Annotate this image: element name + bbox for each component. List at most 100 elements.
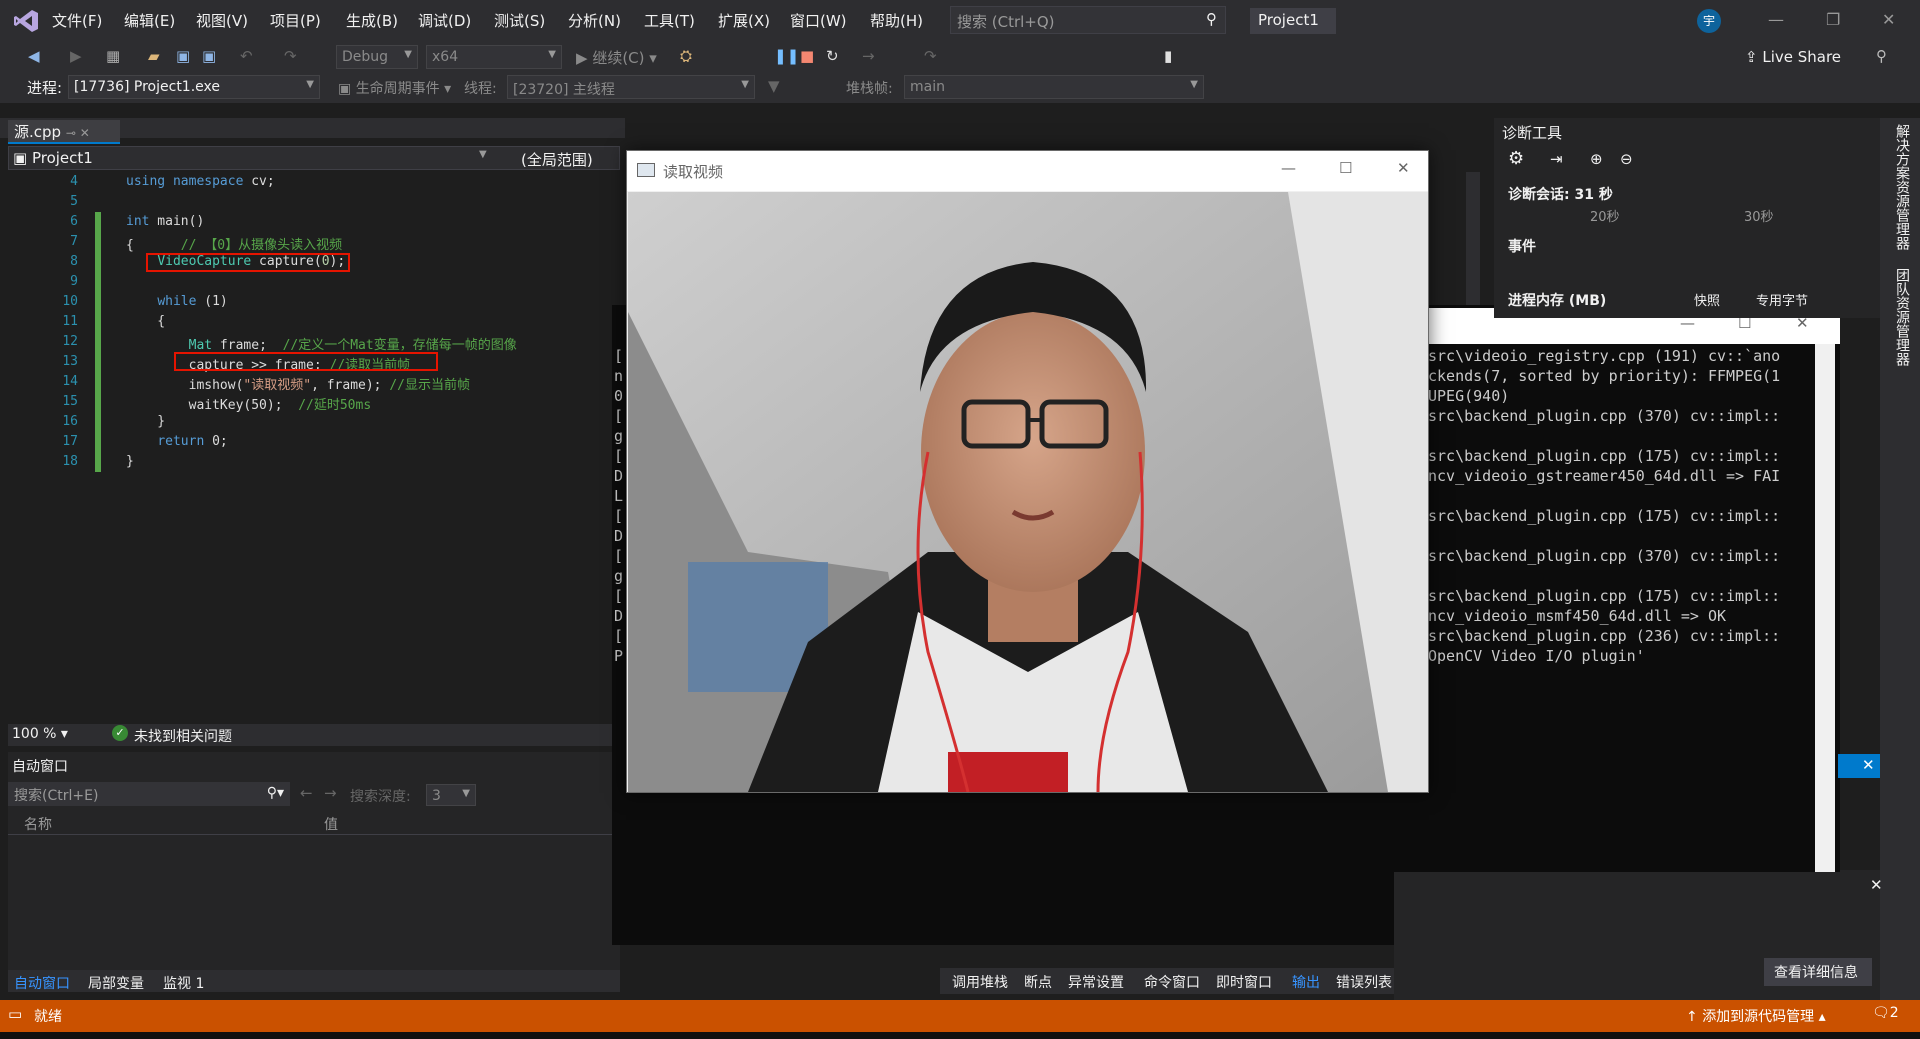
output-pane-header: ✕ bbox=[1838, 754, 1880, 778]
code-line[interactable]: return 0; bbox=[126, 434, 227, 449]
tab-autos[interactable]: 自动窗口 bbox=[14, 973, 70, 993]
zoom-in-icon[interactable]: ⊕ bbox=[1590, 150, 1603, 168]
code-line[interactable]: imshow("读取视频", frame); //显示当前帧 bbox=[126, 374, 470, 393]
avatar[interactable]: 宇 bbox=[1697, 9, 1721, 33]
code-line[interactable]: Mat frame; //定义一个Mat变量，存储每一帧的图像 bbox=[126, 334, 517, 353]
console-scrollbar[interactable] bbox=[1815, 344, 1835, 944]
back-arrow-icon[interactable]: ← bbox=[300, 784, 313, 802]
notifications-icon[interactable]: 🗨2 bbox=[1872, 1005, 1899, 1021]
line-number: 7 bbox=[70, 234, 78, 249]
menu-item-2[interactable]: 视图(V) bbox=[196, 10, 248, 32]
bottom-tab-1[interactable]: 断点 bbox=[1024, 972, 1052, 992]
code-line[interactable]: { // 【0】从摄像头读入视频 bbox=[126, 234, 342, 253]
restore-icon[interactable]: ❐ bbox=[1826, 10, 1840, 29]
export-icon[interactable]: ⇥ bbox=[1550, 150, 1563, 168]
configuration-combo[interactable]: Debug ▼ bbox=[336, 45, 418, 69]
code-editor[interactable]: 4 using namespace cv; 5 6 int main() 7 { // 【0… bbox=[8, 172, 620, 724]
scope-combo[interactable]: (全局范围) bbox=[521, 149, 593, 170]
new-project-icon[interactable]: ▦ bbox=[106, 47, 120, 65]
column-value-header[interactable]: 值 bbox=[324, 814, 338, 834]
maximize-icon[interactable]: ☐ bbox=[1339, 159, 1352, 177]
lifecycle-events[interactable]: ▣ 生命周期事件 ▾ bbox=[338, 78, 451, 98]
pin-icon[interactable]: ⚲ bbox=[1876, 47, 1887, 65]
view-details-button[interactable]: 查看详细信息 bbox=[1764, 958, 1872, 986]
tab-source-cpp[interactable]: 源.cpp ⊸ ✕ bbox=[8, 120, 120, 144]
live-share-button[interactable]: ⇪ Live Share bbox=[1745, 48, 1841, 66]
add-to-source-control[interactable]: ↑ 添加到源代码管理 ▴ bbox=[1686, 1006, 1826, 1026]
cv-window-title: 读取视频 bbox=[663, 163, 724, 181]
forward-arrow-icon[interactable]: → bbox=[324, 784, 337, 802]
menu-item-9[interactable]: 扩展(X) bbox=[718, 10, 770, 32]
menu-item-0[interactable]: 文件(F) bbox=[52, 10, 102, 32]
menu-item-8[interactable]: 工具(T) bbox=[644, 10, 695, 32]
process-combo[interactable]: [17736] Project1.exe ▼ bbox=[68, 75, 320, 99]
close-icon[interactable]: ✕ bbox=[1882, 10, 1895, 29]
bottom-tab-strip: 调用堆栈 断点 异常设置 命令窗口 即时窗口 输出 错误列表 bbox=[940, 968, 1394, 994]
stack-frame-combo[interactable]: main ▼ bbox=[904, 75, 1204, 99]
undo-icon[interactable]: ↶ bbox=[240, 47, 253, 65]
open-icon[interactable]: ▰ bbox=[148, 47, 160, 65]
team-explorer-tab[interactable]: 团队资源管理器 bbox=[1892, 268, 1912, 366]
close-icon[interactable]: ✕ bbox=[1397, 159, 1410, 177]
code-line[interactable]: while (1) bbox=[126, 294, 227, 309]
code-line[interactable]: waitKey(50); //延时50ms bbox=[126, 394, 372, 413]
tab-locals[interactable]: 局部变量 bbox=[88, 973, 144, 993]
platform-combo[interactable]: x64 ▼ bbox=[426, 45, 562, 69]
code-line[interactable]: } bbox=[126, 414, 165, 429]
settings-icon[interactable]: ⚙ bbox=[1508, 148, 1524, 169]
menu-item-1[interactable]: 编辑(E) bbox=[124, 10, 175, 32]
search-depth-combo[interactable]: 3 ▼ bbox=[426, 784, 476, 806]
forward-icon[interactable]: ▶ bbox=[70, 47, 82, 65]
menu-item-7[interactable]: 分析(N) bbox=[568, 10, 621, 32]
menu-item-11[interactable]: 帮助(H) bbox=[870, 10, 923, 32]
memory-label[interactable]: 进程内存 (MB) bbox=[1508, 290, 1606, 310]
tab-watch-1[interactable]: 监视 1 bbox=[163, 973, 204, 993]
menu-item-10[interactable]: 窗口(W) bbox=[790, 10, 847, 32]
stop-icon[interactable]: ■ bbox=[800, 47, 814, 65]
code-line[interactable]: int main() bbox=[126, 214, 204, 229]
filter-icon[interactable]: ▼ bbox=[768, 77, 780, 95]
break-all-icon[interactable]: ❚❚ bbox=[774, 47, 799, 65]
back-icon[interactable]: ◀ bbox=[28, 47, 40, 65]
project-combo[interactable]: ▣ Project1 bbox=[13, 149, 93, 167]
issues-status[interactable]: 未找到相关问题 bbox=[134, 726, 232, 746]
code-line[interactable]: { bbox=[126, 314, 165, 329]
search-input[interactable]: 搜索 (Ctrl+Q) ⚲ bbox=[950, 6, 1226, 34]
bottom-tab-6[interactable]: 错误列表 bbox=[1336, 972, 1392, 992]
events-label[interactable]: 事件 bbox=[1508, 236, 1536, 256]
save-all-icon[interactable]: ▣ bbox=[202, 47, 216, 65]
menu-item-4[interactable]: 生成(B) bbox=[346, 10, 398, 32]
minimize-icon[interactable]: — bbox=[1281, 159, 1296, 177]
process-icon[interactable]: ⛭ bbox=[680, 47, 692, 65]
autos-search-input[interactable]: 搜索(Ctrl+E) ⚲▾ bbox=[8, 782, 290, 806]
zoom-out-icon[interactable]: ⊖ bbox=[1620, 150, 1633, 168]
continue-button[interactable]: ▶ 继续(C) ▾ bbox=[576, 47, 657, 68]
zoom-combo[interactable]: 100 % ▾ bbox=[12, 726, 68, 742]
code-line[interactable]: } bbox=[126, 454, 134, 469]
opencv-video-window[interactable]: 读取视频 — ☐ ✕ bbox=[626, 150, 1429, 793]
bottom-tab-2[interactable]: 异常设置 bbox=[1068, 972, 1124, 992]
private-bytes-legend: 专用字节 bbox=[1756, 294, 1809, 309]
bottom-tab-4[interactable]: 即时窗口 bbox=[1216, 972, 1272, 992]
solution-explorer-tab[interactable]: 解决方案资源管理器 bbox=[1892, 124, 1912, 250]
step-into-icon[interactable]: → bbox=[862, 47, 875, 65]
thread-combo[interactable]: [23720] 主线程 ▼ bbox=[507, 75, 755, 99]
save-icon[interactable]: ▣ bbox=[176, 47, 190, 65]
menu-item-6[interactable]: 测试(S) bbox=[494, 10, 545, 32]
redo-icon[interactable]: ↷ bbox=[284, 47, 297, 65]
menu-item-3[interactable]: 项目(P) bbox=[270, 10, 321, 32]
minimize-icon[interactable]: — bbox=[1768, 10, 1784, 29]
close-icon[interactable]: ✕ bbox=[1862, 756, 1875, 774]
bottom-tab-0[interactable]: 调用堆栈 bbox=[952, 972, 1008, 992]
bottom-tab-5[interactable]: 输出 bbox=[1292, 972, 1320, 992]
restart-icon[interactable]: ↻ bbox=[826, 47, 839, 65]
column-name-header[interactable]: 名称 bbox=[24, 814, 52, 834]
bookmark-icon[interactable]: ▮ bbox=[1164, 47, 1172, 65]
close-icon[interactable]: ✕ bbox=[1870, 876, 1883, 894]
menu-item-5[interactable]: 调试(D) bbox=[418, 10, 471, 32]
line-number: 17 bbox=[62, 434, 78, 449]
bottom-tab-3[interactable]: 命令窗口 bbox=[1144, 972, 1200, 992]
code-line[interactable]: using namespace cv; bbox=[126, 174, 275, 189]
step-over-icon[interactable]: ↷ bbox=[924, 47, 937, 65]
console-fragment: g bbox=[614, 567, 624, 585]
